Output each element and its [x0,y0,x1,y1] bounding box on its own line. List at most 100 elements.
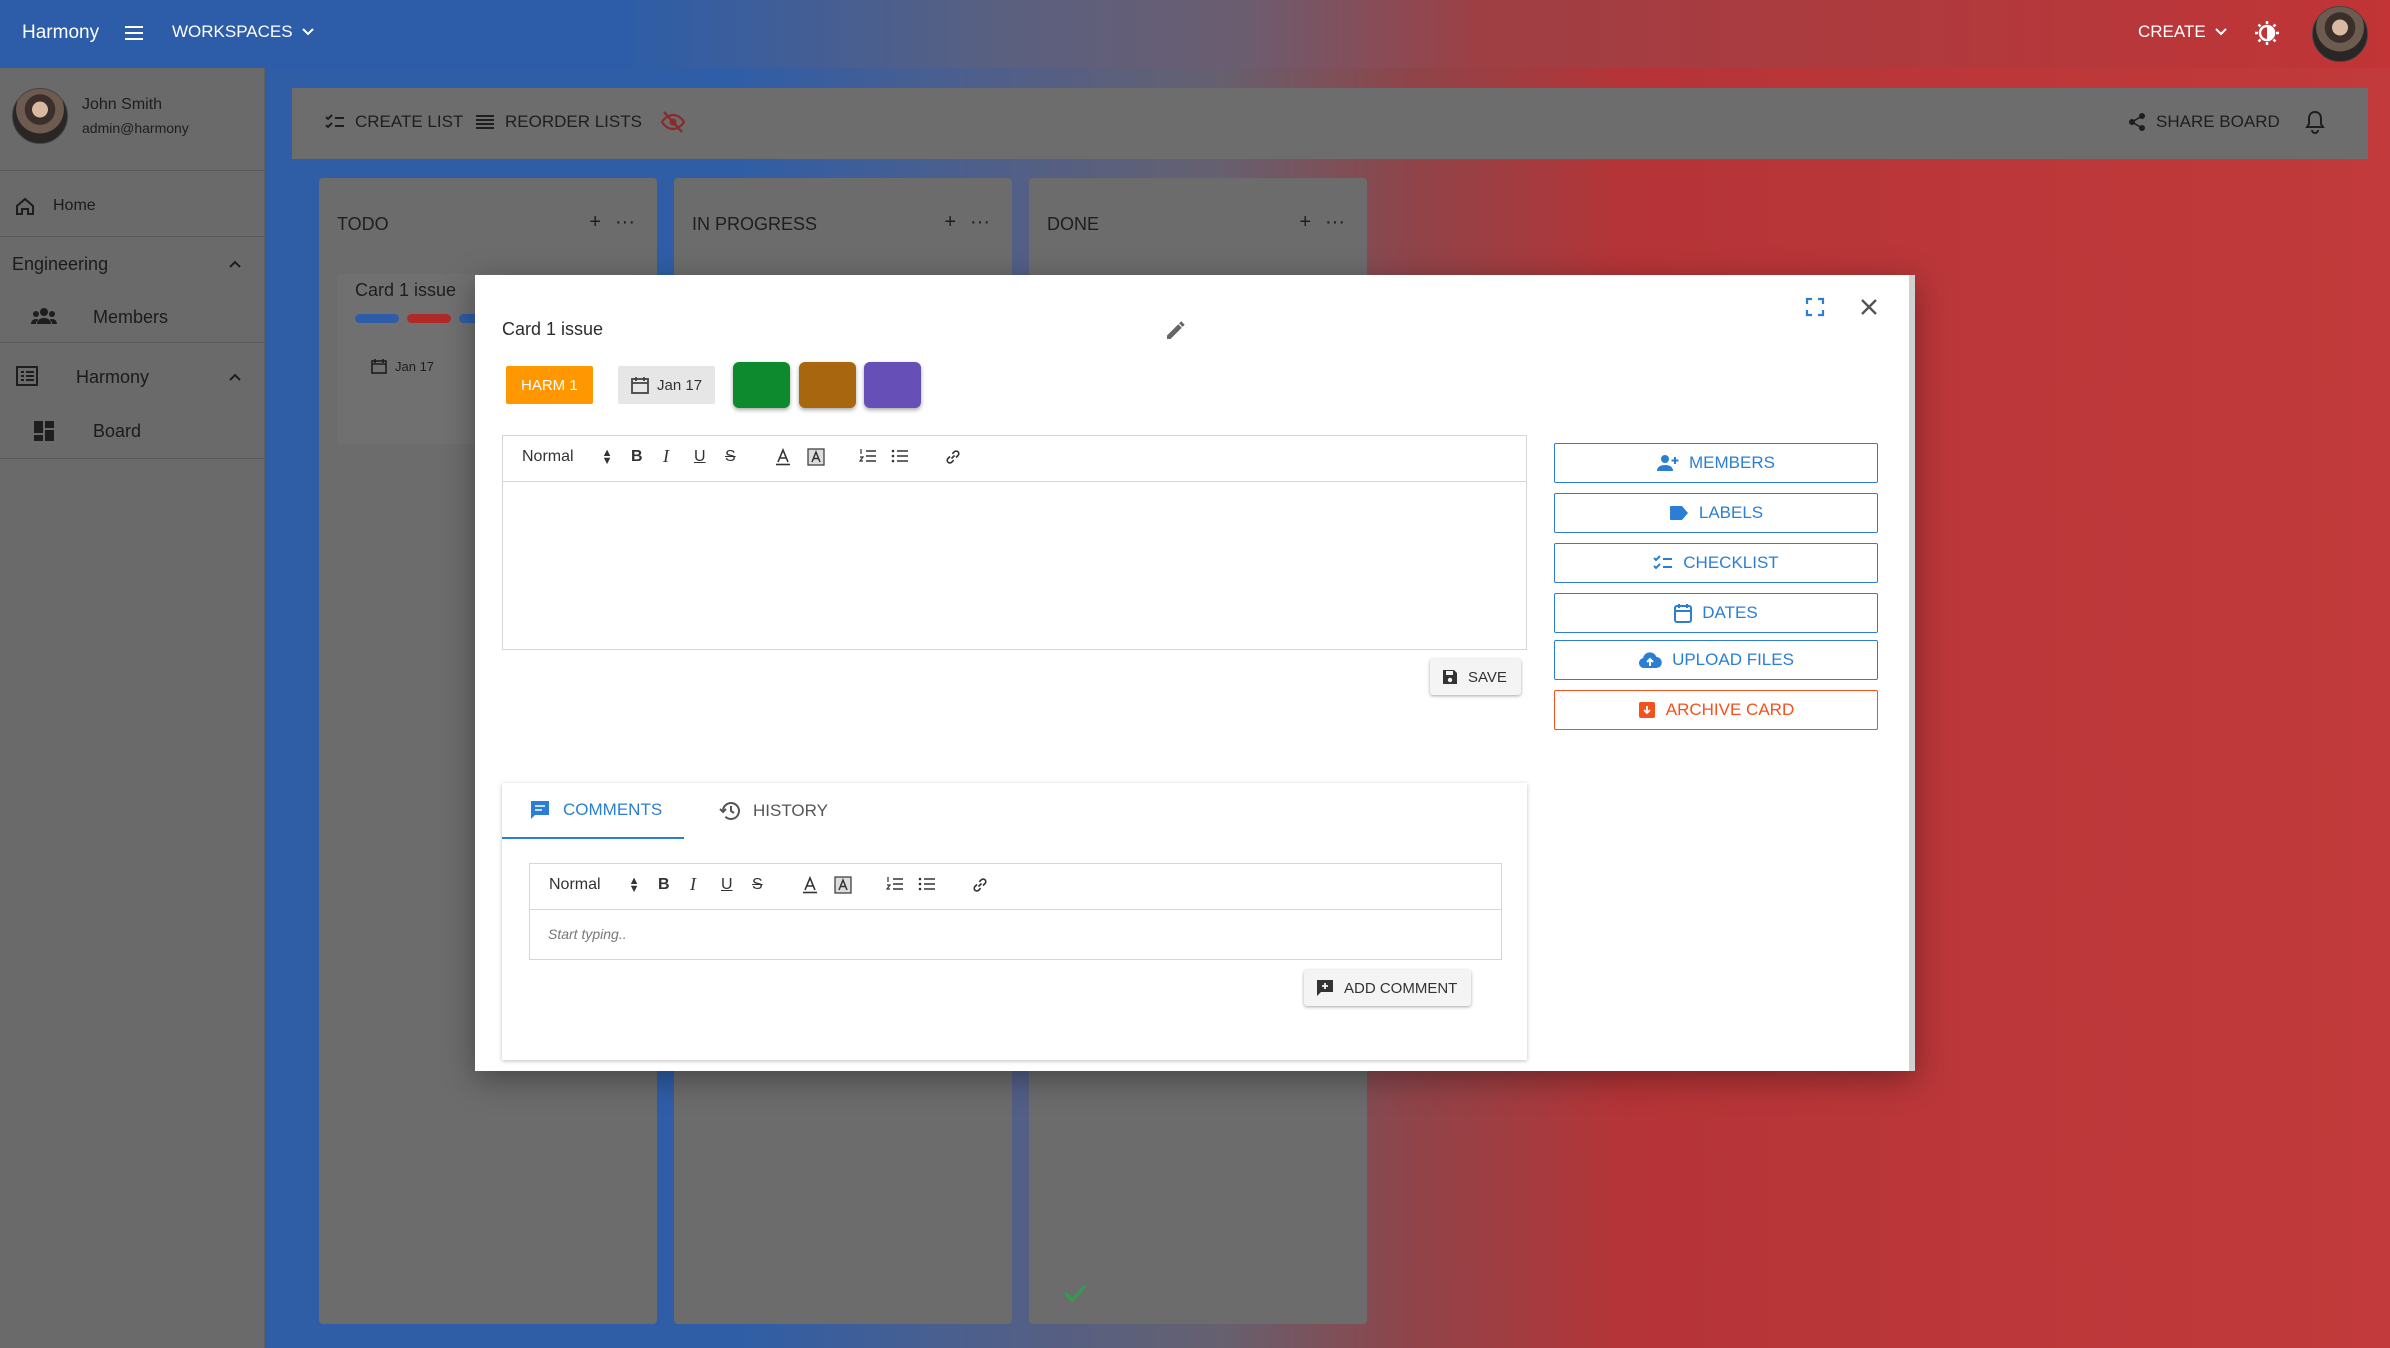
reorder-lists-button[interactable]: REORDER LISTS [475,112,642,132]
board-toolbar: CREATE LIST REORDER LISTS SHARE BOARD [292,88,2368,159]
chevron-up-icon [227,369,243,385]
divider [0,342,265,343]
tab-comments-label: COMMENTS [563,800,663,819]
italic-button[interactable]: I [663,446,669,467]
calendar-icon [1674,603,1693,623]
list-actions: + ··· [1299,212,1345,232]
tab-history[interactable]: HISTORY [719,783,828,839]
user-name: John Smith [82,96,163,113]
strikethrough-button[interactable]: S [752,876,763,894]
bold-button[interactable]: B [631,448,643,466]
nav-members[interactable]: Members [0,294,265,338]
section-engineering-label: Engineering [12,254,109,274]
save-button[interactable]: SAVE [1430,659,1521,695]
upload-files-button[interactable]: UPLOAD FILES [1554,640,1878,680]
add-card-icon[interactable]: + [1299,212,1311,232]
members-button[interactable]: MEMBERS [1554,443,1878,483]
workspaces-menu[interactable]: WORKSPACES [172,22,315,42]
nav-members-label: Members [93,307,169,327]
fullscreen-icon[interactable] [1805,297,1825,317]
nav-board-label: Board [93,421,142,441]
description-editor: Normal ▲ ▼ B I U S [502,435,1527,650]
app-bar: Harmony WORKSPACES CREATE [0,0,2390,68]
activity-panel: COMMENTS HISTORY Normal ▲ ▼ B I U S Star… [502,783,1527,1060]
strikethrough-button[interactable]: S [725,448,736,466]
link-icon[interactable] [944,448,962,466]
text-color-button[interactable] [802,876,818,894]
bold-button[interactable]: B [658,876,670,894]
background-color-button[interactable] [807,448,825,466]
edit-icon[interactable] [1164,318,1188,342]
ordered-list-button[interactable] [859,448,877,464]
side-drawer: John Smith admin@harmony Home Engineerin… [0,68,265,1348]
dates-label: DATES [1702,603,1758,622]
link-icon[interactable] [971,876,989,894]
checklist-label: CHECKLIST [1683,553,1779,572]
comment-input[interactable]: Start typing.. [548,926,627,942]
checklist-icon [1653,554,1673,572]
tab-comments[interactable]: COMMENTS [502,783,685,839]
check-icon [1062,1282,1088,1304]
create-list-label: CREATE LIST [355,112,464,131]
visibility-off-icon[interactable] [660,110,686,134]
card-title[interactable]: Card 1 issue [502,319,603,340]
bullet-list-button[interactable] [891,448,909,464]
underline-button[interactable]: U [721,876,733,894]
underline-button[interactable]: U [694,448,706,466]
checklist-button[interactable]: CHECKLIST [1554,543,1878,583]
divider [0,236,265,237]
due-date-text: Jan 17 [657,376,703,394]
create-menu[interactable]: CREATE [2138,22,2228,42]
labels-label: LABELS [1698,503,1764,522]
close-icon[interactable] [1857,295,1881,319]
create-list-button[interactable]: CREATE LIST [325,112,463,132]
labels-button[interactable]: LABELS [1554,493,1878,533]
format-select[interactable]: Normal ▲ ▼ [522,448,612,467]
nav-board[interactable]: Board [0,408,265,452]
menu-icon[interactable] [122,21,146,45]
text-color-button[interactable] [775,448,791,466]
list-title: TODO [337,214,389,234]
section-harmony-label: Harmony [76,367,150,387]
nav-home[interactable]: Home [0,186,265,226]
history-icon [719,800,741,822]
add-comment-button[interactable]: ADD COMMENT [1304,970,1472,1006]
brand-title[interactable]: Harmony [22,22,99,44]
more-horizontal-icon[interactable]: ··· [1325,212,1345,232]
calendar-icon [631,376,649,394]
dates-button[interactable]: DATES [1554,593,1878,633]
more-horizontal-icon[interactable]: ··· [970,212,990,232]
theme-toggle-icon[interactable] [2254,20,2280,46]
list-actions: + ··· [944,212,990,232]
more-horizontal-icon[interactable]: ··· [615,212,635,232]
bell-icon[interactable] [2305,110,2325,134]
nav-section-harmony[interactable]: Harmony [0,354,265,398]
italic-button[interactable]: I [690,874,696,895]
members-label: MEMBERS [1689,453,1775,472]
archive-card-button[interactable]: ARCHIVE CARD [1554,690,1878,730]
editor-toolbar: Normal ▲ ▼ B I U S [503,436,1526,482]
bullet-list-button[interactable] [918,876,936,892]
ordered-list-button[interactable] [886,876,904,892]
card-due-date: Jan 17 [371,358,434,374]
due-date-chip[interactable]: Jan 17 [618,366,716,404]
nav-home-label: Home [53,197,96,214]
label-swatch-brown[interactable] [799,362,856,408]
user-avatar[interactable] [2312,6,2368,62]
label-swatch-purple[interactable] [864,362,921,408]
add-card-icon[interactable]: + [589,212,601,232]
add-comment-label: ADD COMMENT [1344,979,1458,997]
label-pill [407,314,451,323]
background-color-button[interactable] [834,876,852,894]
chevron-down-icon [301,25,315,39]
label-swatch-green[interactable] [733,362,790,408]
dashboard-icon [33,420,55,442]
format-select[interactable]: Normal ▲ ▼ [549,876,639,895]
person-add-icon [1657,454,1679,472]
add-card-icon[interactable]: + [944,212,956,232]
create-label: CREATE [2138,22,2206,41]
share-board-button[interactable]: SHARE BOARD [2128,112,2280,132]
card-dialog: Card 1 issue HARM 1 Jan 17 Normal ▲ ▼ B I… [475,275,1915,1071]
nav-section-engineering[interactable]: Engineering [0,242,265,286]
reorder-lists-label: REORDER LISTS [505,112,642,131]
